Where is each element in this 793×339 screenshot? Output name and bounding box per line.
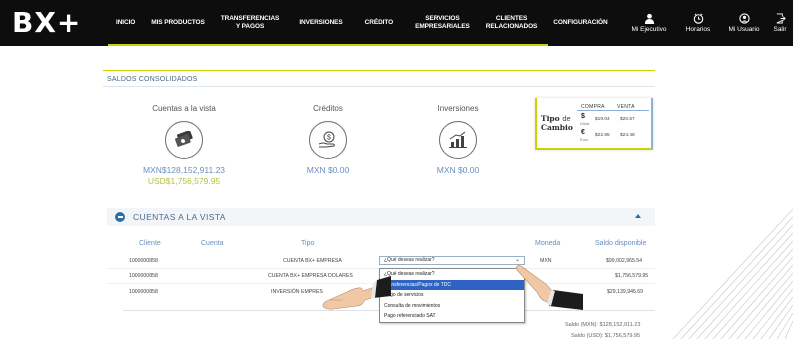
decorative-diagonal-pattern bbox=[673, 209, 793, 339]
fx-euro-name: Euro bbox=[580, 137, 589, 142]
mi-ejecutivo-label: Mi Ejecutivo bbox=[631, 26, 667, 33]
cash-icon bbox=[165, 121, 203, 159]
user-nav: Mi Ejecutivo Horarios Mi Usuario Salir bbox=[623, 0, 793, 46]
svg-text:$: $ bbox=[327, 135, 331, 142]
summary-inversiones[interactable]: Inversiones MXN $0.00 bbox=[393, 104, 523, 175]
row3-tipo: INVERSIÓN EMPRES bbox=[271, 289, 323, 295]
horarios-label: Horarios bbox=[685, 26, 711, 33]
action-select[interactable]: ¿Qué deseas realizar? ⌄ bbox=[379, 256, 525, 265]
bx-plus-logo[interactable]: BX+ bbox=[12, 6, 81, 40]
summary-cuentas-label: Cuentas a la vista bbox=[152, 104, 216, 113]
mi-ejecutivo-button[interactable]: Mi Ejecutivo bbox=[623, 13, 675, 33]
salir-button[interactable]: Salir bbox=[767, 13, 793, 33]
total-mxn: Saldo (MXN): $128,152,911.23 bbox=[565, 322, 641, 328]
dropdown-option-transferencias[interactable]: Transferencias/Pagos de TDC bbox=[380, 279, 524, 290]
fx-dolar-symbol: $ bbox=[581, 113, 585, 120]
dropdown-option-pago-sat[interactable]: Pago referenciado SAT bbox=[380, 311, 524, 322]
row1-saldo: $99,002,965.54 bbox=[606, 258, 643, 264]
fx-euro-symbol: € bbox=[581, 129, 585, 136]
nav-inversiones[interactable]: INVERSIONES bbox=[287, 19, 350, 27]
summary-cuentas-mxn: MXN$128,152,911.23 bbox=[142, 165, 226, 175]
summary-creditos-label: Créditos bbox=[313, 104, 343, 113]
summary-cuentas[interactable]: Cuentas a la vista MXN$128,152,911.23 US… bbox=[119, 104, 249, 186]
main-content: SALDOS CONSOLIDADOS Cuentas a la vista M… bbox=[103, 70, 655, 339]
caret-up-icon[interactable] bbox=[635, 214, 641, 218]
nav-credito[interactable]: CRÉDITO bbox=[351, 19, 407, 27]
user-circle-icon bbox=[738, 13, 750, 24]
user-icon bbox=[644, 13, 654, 24]
row2-saldo: $1,756,579.95 bbox=[615, 273, 649, 279]
summary-creditos-amount: MXN $0.00 bbox=[306, 165, 350, 175]
total-usd: Saldo (USD): $1,756,579.95 bbox=[571, 333, 641, 339]
row3-saldo: $29,139,945.69 bbox=[607, 289, 644, 295]
cuentas-vista-header[interactable]: CUENTAS A LA VISTA bbox=[107, 208, 655, 226]
nav-transferencias-pagos[interactable]: TRANSFERENCIAS Y PAGOS bbox=[213, 15, 288, 31]
collapse-minus-icon[interactable] bbox=[115, 212, 125, 222]
col-header-saldo: Saldo disponible bbox=[595, 240, 647, 247]
main-nav: INICIO MIS PRODUCTOS TRANSFERENCIAS Y PA… bbox=[108, 0, 616, 46]
mi-usuario-label: Mi Usuario bbox=[728, 26, 760, 33]
nav-mis-productos[interactable]: MIS PRODUCTOS bbox=[143, 19, 212, 27]
tipo-cambio-word-cambio: Cambio bbox=[541, 123, 573, 132]
fx-dolar-venta: $20.57 bbox=[620, 117, 635, 122]
tipo-cambio-card: Tipo de Cambio COMPRA VENTA $ Dólar $19.… bbox=[535, 98, 653, 150]
action-dropdown-list: ¿Qué deseas realizar? Transferencias/Pag… bbox=[379, 268, 525, 323]
col-header-cliente: Cliente bbox=[139, 240, 161, 247]
fx-euro-compra: $22.85 bbox=[595, 133, 610, 138]
tipo-cambio-word-de: de bbox=[562, 114, 571, 123]
col-header-cuenta: Cuenta bbox=[201, 240, 224, 247]
tipo-cambio-word-tipo: Tipo bbox=[541, 114, 560, 123]
cuentas-vista-title: CUENTAS A LA VISTA bbox=[133, 212, 226, 222]
top-navigation-bar: BX+ INICIO MIS PRODUCTOS TRANSFERENCIAS … bbox=[0, 0, 793, 46]
section-top-line bbox=[103, 70, 655, 71]
chevron-down-icon: ⌄ bbox=[514, 257, 520, 263]
clock-icon bbox=[693, 13, 703, 24]
saldos-consolidados-title: SALDOS CONSOLIDADOS bbox=[107, 76, 198, 83]
row3-cliente: 1000000858 bbox=[129, 289, 158, 295]
summary-cuentas-usd: USD$1,756,579.95 bbox=[147, 176, 221, 186]
col-header-tipo: Tipo bbox=[301, 240, 315, 247]
section-divider bbox=[103, 86, 655, 87]
dropdown-option-consulta-movimientos[interactable]: Consulta de movimientos bbox=[380, 301, 524, 312]
logout-icon bbox=[776, 13, 786, 24]
fx-euro-venta: $24.48 bbox=[620, 133, 635, 138]
summary-inversiones-label: Inversiones bbox=[437, 104, 479, 113]
fx-dolar-name: Dólar bbox=[580, 121, 590, 126]
fx-divider bbox=[577, 110, 649, 111]
row2-cliente: 1000000858 bbox=[129, 273, 158, 279]
dropdown-option-pago-servicios[interactable]: Pago de servicios bbox=[380, 290, 524, 301]
summary-creditos[interactable]: Créditos $ MXN $0.00 bbox=[263, 104, 393, 175]
nav-configuracion[interactable]: CONFIGURACIÓN bbox=[545, 19, 615, 27]
fx-dolar-compra: $19.04 bbox=[595, 117, 610, 122]
tipo-cambio-title: Tipo de bbox=[541, 114, 571, 123]
pointing-hand-right-icon bbox=[516, 265, 583, 310]
nav-clientes-relacionados[interactable]: CLIENTES RELACIONADOS bbox=[478, 15, 546, 31]
dropdown-option-que-deseas[interactable]: ¿Qué deseas realizar? bbox=[380, 269, 524, 280]
nav-servicios-empresariales[interactable]: SERVICIOS EMPRESARIALES bbox=[407, 15, 478, 31]
money-hand-icon: $ bbox=[309, 121, 347, 159]
nav-inicio[interactable]: INICIO bbox=[108, 19, 143, 27]
nav-accent-underline bbox=[108, 44, 548, 46]
row1-cliente: 1000000858 bbox=[129, 258, 158, 264]
mi-usuario-button[interactable]: Mi Usuario bbox=[721, 13, 767, 33]
horarios-button[interactable]: Horarios bbox=[675, 13, 721, 33]
pointing-hand-left-icon bbox=[322, 276, 391, 310]
summary-inversiones-amount: MXN $0.00 bbox=[436, 165, 480, 175]
col-header-moneda: Moneda bbox=[535, 240, 561, 247]
row1-tipo: CUENTA BX+ EMPRESA bbox=[283, 258, 342, 264]
salir-label: Salir bbox=[773, 26, 787, 33]
action-select-value: ¿Qué deseas realizar? bbox=[384, 257, 435, 263]
investment-chart-icon bbox=[439, 121, 477, 159]
